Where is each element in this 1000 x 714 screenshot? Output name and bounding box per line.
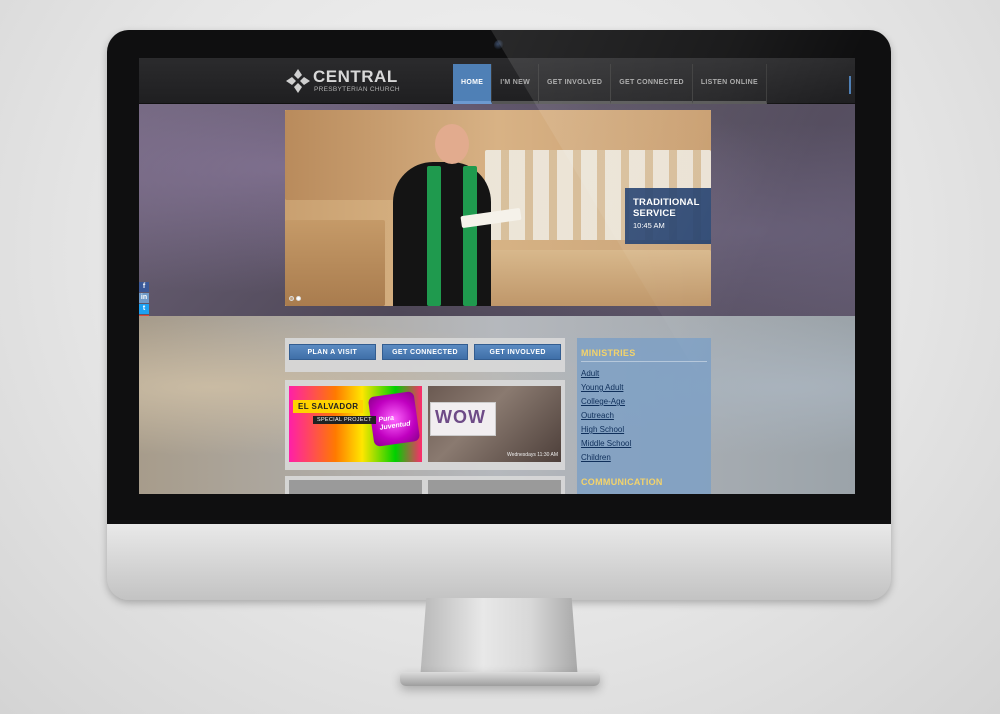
ministries-heading: MINISTRIES [581, 348, 707, 362]
twitter-icon[interactable]: t [139, 304, 149, 314]
camera-icon [494, 40, 504, 50]
caption-time: 10:45 AM [633, 221, 665, 230]
cross-logo-icon [286, 69, 310, 93]
get-connected-button[interactable]: GET CONNECTED [381, 344, 469, 360]
linkedin-icon[interactable]: in [139, 293, 149, 303]
imac-monitor: CENTRAL PRESBYTERIAN CHURCH HOME I'M NEW… [107, 30, 891, 600]
caption-title-line2: SERVICE [633, 208, 676, 219]
feature-card-4[interactable] [428, 480, 561, 494]
hero-pastor-stole-right [463, 166, 477, 306]
hero-slider[interactable]: TRADITIONAL SERVICE 10:45 AM [285, 110, 711, 306]
plan-visit-button[interactable]: PLAN A VISIT [289, 344, 376, 360]
logo-title: CENTRAL [313, 67, 398, 86]
nav-get-connected[interactable]: GET CONNECTED [611, 64, 693, 104]
service-caption[interactable]: TRADITIONAL SERVICE 10:45 AM [625, 188, 711, 244]
communication-heading: COMMUNICATION [581, 477, 663, 487]
ministry-link-high-school[interactable]: High School [581, 423, 707, 437]
nav-get-involved[interactable]: GET INVOLVED [539, 64, 612, 104]
facebook-icon[interactable]: f [139, 282, 149, 292]
monitor-stand-base [400, 672, 600, 686]
site-header: CENTRAL PRESBYTERIAN CHURCH HOME I'M NEW… [139, 58, 855, 104]
el-salvador-tag: EL SALVADOR [293, 400, 364, 413]
nav-im-new[interactable]: I'M NEW [492, 64, 540, 104]
ministries-sidebar: MINISTRIES Adult Young Adult College-Age… [577, 338, 711, 494]
nav-listen-online[interactable]: LISTEN ONLINE [692, 64, 767, 104]
feature-cards-row-2 [285, 476, 565, 494]
cta-button-row: PLAN A VISIT GET CONNECTED GET INVOLVED [285, 338, 565, 372]
ministry-link-young-adult[interactable]: Young Adult [581, 381, 707, 395]
feature-cards: Pura Juventud EL SALVADOR SPECIAL PROJEC… [285, 380, 565, 470]
nav-home[interactable]: HOME [453, 64, 493, 104]
ministry-link-children[interactable]: Children [581, 451, 707, 465]
ministry-link-college-age[interactable]: College-Age [581, 395, 707, 409]
wow-logo-box: WOW [430, 402, 496, 436]
header-scroll-indicator [849, 76, 851, 94]
ministry-link-outreach[interactable]: Outreach [581, 409, 707, 423]
hero-pastor-head [435, 124, 469, 164]
feature-card-3[interactable] [289, 480, 422, 494]
el-salvador-card[interactable]: Pura Juventud EL SALVADOR SPECIAL PROJEC… [289, 386, 422, 462]
screen-bezel: CENTRAL PRESBYTERIAN CHURCH HOME I'M NEW… [107, 30, 891, 524]
special-project-label: SPECIAL PROJECT [313, 416, 376, 424]
get-involved-button[interactable]: GET INVOLVED [474, 344, 562, 360]
monitor-chin [107, 524, 891, 600]
wow-logo: WOW [435, 407, 486, 427]
wow-date: Wednesdays 11:30 AM [507, 452, 558, 458]
wow-card[interactable]: WOW Wednesdays 11:30 AM [428, 386, 561, 462]
website-screen: CENTRAL PRESBYTERIAN CHURCH HOME I'M NEW… [139, 58, 855, 494]
hero-pastor-stole-left [427, 166, 441, 306]
monitor-stand [420, 598, 578, 680]
church-logo[interactable]: CENTRAL PRESBYTERIAN CHURCH [285, 68, 400, 96]
ministry-link-adult[interactable]: Adult [581, 367, 707, 381]
hero-pulpit [285, 220, 385, 306]
main-nav: HOME I'M NEW GET INVOLVED GET CONNECTED … [453, 64, 767, 104]
slider-dot-1[interactable] [289, 296, 294, 301]
caption-title-line1: TRADITIONAL [633, 197, 700, 208]
slider-dot-2[interactable] [296, 296, 301, 301]
ministry-link-middle-school[interactable]: Middle School [581, 437, 707, 451]
logo-subtitle: PRESBYTERIAN CHURCH [314, 86, 400, 93]
